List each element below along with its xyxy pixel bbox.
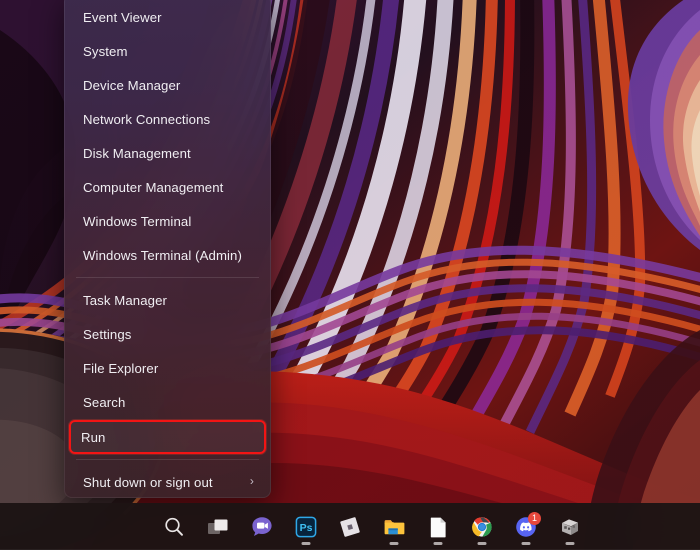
menu-item-system[interactable]: System — [71, 34, 264, 68]
menu-item-label: Windows Terminal (Admin) — [83, 247, 242, 263]
menu-item-file-explorer[interactable]: File Explorer — [71, 351, 264, 385]
running-indicator — [389, 541, 399, 545]
menu-item-label: Device Manager — [83, 77, 181, 93]
photoshop-button[interactable]: Ps — [284, 507, 328, 547]
menu-item-run[interactable]: Run — [69, 420, 266, 454]
running-indicator — [301, 541, 311, 545]
menu-item-event-viewer[interactable]: Event Viewer — [71, 0, 264, 34]
chevron-right-icon: › — [249, 474, 254, 488]
menu-group-system-tools: Task Manager Settings File Explorer Sear… — [64, 283, 271, 454]
menu-separator — [76, 459, 259, 460]
menu-item-label: Settings — [83, 326, 132, 342]
file-explorer-button[interactable] — [372, 507, 416, 547]
menu-item-label: Event Viewer — [83, 9, 162, 25]
menu-item-settings[interactable]: Settings — [71, 317, 264, 351]
desktop-screen: Event Viewer System Device Manager Netwo… — [0, 0, 700, 550]
menu-item-label: Computer Management — [83, 179, 224, 195]
menu-item-network-connections[interactable]: Network Connections — [71, 102, 264, 136]
menu-item-windows-terminal-admin[interactable]: Windows Terminal (Admin) — [71, 238, 264, 272]
roblox-button[interactable] — [328, 507, 372, 547]
discord-button[interactable]: 1 — [504, 507, 548, 547]
document-page-icon — [430, 517, 446, 537]
menu-item-label: Run — [81, 429, 106, 445]
running-indicator — [521, 541, 531, 545]
menu-item-disk-management[interactable]: Disk Management — [71, 136, 264, 170]
chat-button[interactable] — [240, 507, 284, 547]
chrome-button[interactable] — [460, 507, 504, 547]
menu-item-label: Windows Terminal — [83, 213, 192, 229]
folder-icon — [384, 519, 405, 534]
svg-text:Ps: Ps — [300, 522, 313, 534]
chrome-icon — [472, 516, 492, 537]
menu-item-label: Search — [83, 394, 126, 410]
running-indicator — [433, 541, 443, 545]
menu-item-windows-terminal[interactable]: Windows Terminal — [71, 204, 264, 238]
search-button[interactable] — [152, 507, 196, 547]
menu-separator — [76, 277, 259, 278]
minecraft-button[interactable] — [548, 507, 592, 547]
menu-item-label: File Explorer — [83, 360, 159, 376]
document-button[interactable] — [416, 507, 460, 547]
menu-item-computer-management[interactable]: Computer Management — [71, 170, 264, 204]
photoshop-ps-icon: Ps — [295, 516, 317, 537]
notification-badge: 1 — [528, 511, 541, 525]
windows-logo-icon — [119, 516, 141, 538]
chat-camera-icon — [252, 516, 272, 536]
running-indicator — [565, 541, 575, 545]
task-view-icon — [208, 519, 228, 534]
menu-item-label: System — [83, 43, 128, 59]
menu-group-admin-tools: Event Viewer System Device Manager Netwo… — [64, 0, 271, 272]
running-indicator — [477, 541, 487, 545]
menu-item-label: Disk Management — [83, 145, 191, 161]
menu-item-label: Task Manager — [83, 292, 168, 308]
minecraft-icon — [562, 518, 578, 535]
menu-item-search[interactable]: Search — [71, 385, 264, 419]
menu-item-label: Shut down or sign out — [83, 474, 213, 490]
taskbar: Ps 1 — [0, 503, 700, 550]
task-view-button[interactable] — [196, 507, 240, 547]
menu-group-session: Shut down or sign out › Desktop — [64, 465, 271, 498]
menu-item-task-manager[interactable]: Task Manager — [71, 283, 264, 317]
menu-item-label: Network Connections — [83, 111, 211, 127]
roblox-icon — [340, 516, 360, 537]
start-button[interactable] — [108, 507, 152, 547]
windows-power-user-menu[interactable]: Event Viewer System Device Manager Netwo… — [64, 0, 271, 498]
search-icon — [165, 517, 183, 536]
menu-item-device-manager[interactable]: Device Manager — [71, 68, 264, 102]
menu-item-shut-down-or-sign-out[interactable]: Shut down or sign out › — [71, 465, 264, 498]
